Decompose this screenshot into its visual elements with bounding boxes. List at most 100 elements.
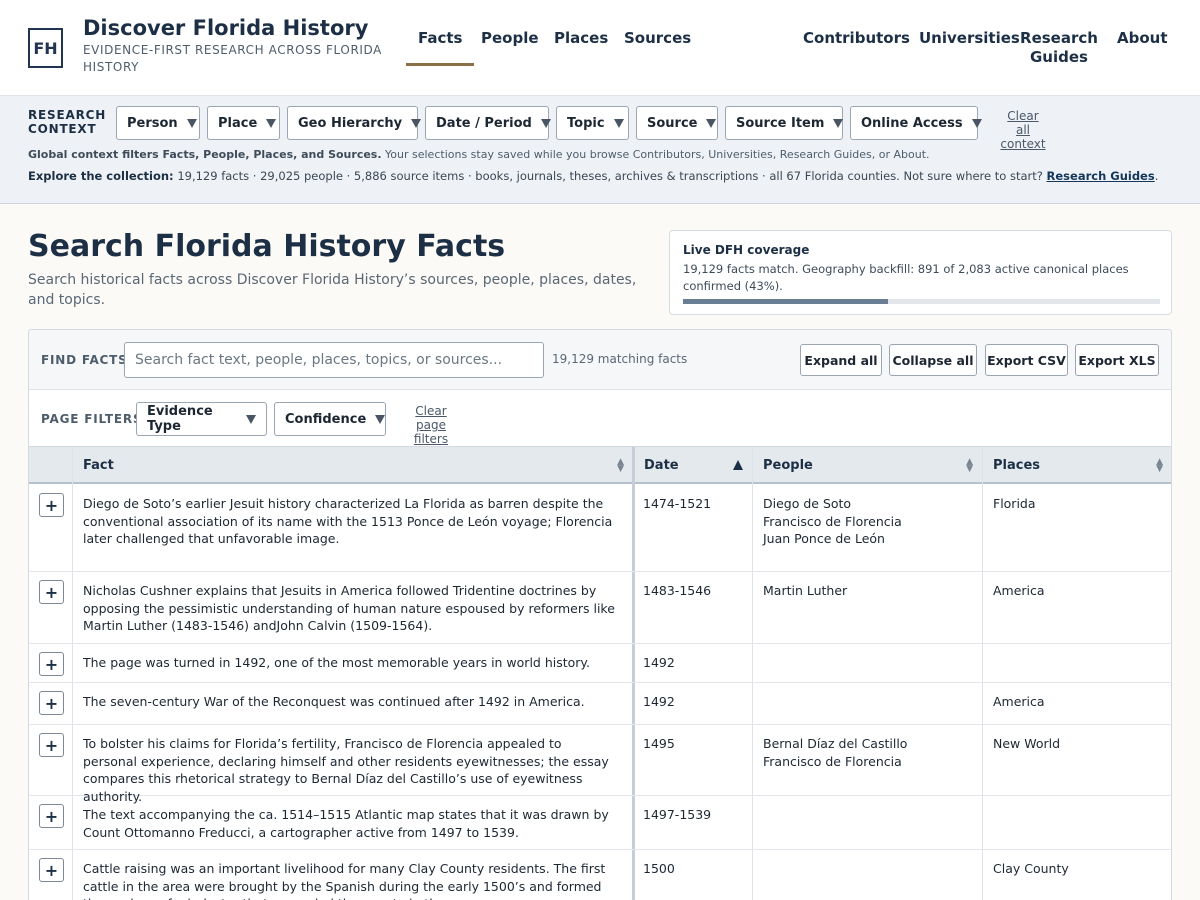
context-filter-source-item[interactable]: Source Item xyxy=(725,106,844,140)
page-title: Search Florida History Facts xyxy=(28,229,506,264)
context-filter-person[interactable]: Person xyxy=(116,106,200,140)
expand-row-button[interactable]: + xyxy=(39,804,64,828)
caret-down-icon xyxy=(833,118,844,128)
fact-cell: The page was turned in 1492, one of the … xyxy=(83,655,591,670)
sort-icon: ▲ ▼ xyxy=(966,457,973,474)
fact-cell: Nicholas Cushner explains that Jesuits i… xyxy=(83,583,615,633)
filter-label: Source xyxy=(647,115,698,131)
research-guides-link[interactable]: Research Guides xyxy=(1047,169,1155,183)
clear-page-filters-link[interactable]: Clear page filters xyxy=(399,404,463,446)
coverage-card: Live DFH coverage 19,129 facts match. Ge… xyxy=(669,230,1172,315)
page-subtitle: Search historical facts across Discover … xyxy=(28,272,637,308)
table-row: + To bolster his claims for Florida’s fer… xyxy=(29,725,1171,804)
context-filter-place[interactable]: Place xyxy=(207,106,280,140)
column-header-date[interactable]: Date xyxy=(634,447,753,484)
coverage-title: Live DFH coverage xyxy=(683,243,810,257)
matching-facts-count: 19,129 matching facts xyxy=(552,352,688,366)
expand-row-button[interactable]: + xyxy=(39,580,64,604)
caret-down-icon xyxy=(246,414,256,424)
export-xls-button[interactable]: Export XLS xyxy=(1075,344,1159,376)
table-row: + The page was turned in 1492, one of the… xyxy=(29,644,1171,683)
nav-people[interactable]: People xyxy=(481,29,539,47)
column-label: People xyxy=(763,458,813,473)
expand-row-button[interactable]: + xyxy=(39,733,64,757)
column-header-places[interactable]: Places ▲ ▼ xyxy=(983,447,1171,484)
date-cell: 1495 xyxy=(643,736,675,751)
context-note: Global context filters Facts, People, Pl… xyxy=(28,148,930,161)
column-header-people[interactable]: People ▲ ▼ xyxy=(753,447,983,484)
site-logo[interactable]: FH xyxy=(28,28,63,68)
site-title[interactable]: Discover Florida History xyxy=(83,16,368,40)
nav-research-guides[interactable]: Research Guides xyxy=(1019,29,1099,67)
context-note-text: Your selections stay saved while you bro… xyxy=(381,148,930,161)
context-filter-geo-hierarchy[interactable]: Geo Hierarchy xyxy=(287,106,422,140)
filter-label: Source Item xyxy=(736,115,825,131)
fact-cell: Cattle raising was an important liveliho… xyxy=(83,861,606,900)
evidence-type-filter[interactable]: Evidence Type xyxy=(136,402,267,436)
date-cell: 1497-1539 xyxy=(643,807,712,822)
date-cell: 1474-1521 xyxy=(643,496,712,511)
places-cell: Clay County xyxy=(993,861,1069,876)
context-filter-online-access[interactable]: Online Access xyxy=(850,106,982,140)
coverage-progress-fill xyxy=(683,299,889,304)
people-cell: Diego de Soto Francisco de Florencia Jua… xyxy=(763,496,902,546)
nav-facts[interactable]: Facts xyxy=(405,29,476,66)
collection-stats-text: 19,129 facts · 29,025 people · 5,886 sou… xyxy=(177,169,1043,183)
caret-down-icon xyxy=(375,414,386,424)
filter-label: Topic xyxy=(567,115,605,131)
date-cell: 1500 xyxy=(643,861,675,876)
filter-label: Place xyxy=(218,115,258,131)
table-row: + The text accompanying the ca. 1514–1515… xyxy=(29,796,1171,850)
date-cell: 1483-1546 xyxy=(643,583,712,598)
table-row: + Cattle raising was an important livelih… xyxy=(29,850,1171,900)
places-cell: New World xyxy=(993,736,1061,751)
research-context-label: RESEARCH CONTEXT xyxy=(28,108,107,136)
column-label: Places xyxy=(993,458,1041,473)
stats-end-punct: . xyxy=(1154,169,1159,183)
expand-row-button[interactable]: + xyxy=(39,493,64,517)
facts-panel: FIND FACTS 19,129 matching facts Expand … xyxy=(28,329,1172,900)
nav-about[interactable]: About xyxy=(1117,29,1168,47)
fact-cell: The text accompanying the ca. 1514–1515 … xyxy=(83,807,609,840)
context-filter-source[interactable]: Source xyxy=(636,106,718,140)
places-cell: Florida xyxy=(993,496,1036,511)
filter-label: Confidence xyxy=(285,411,367,427)
page-filters-label: PAGE FILTERS xyxy=(41,412,143,426)
filter-label: Evidence Type xyxy=(147,404,213,434)
nav-contributors[interactable]: Contributors xyxy=(803,29,910,47)
sort-ascending-icon xyxy=(733,460,743,470)
caret-down-icon xyxy=(971,118,982,128)
fact-cell: Diego de Soto’s earlier Jesuit history c… xyxy=(83,496,613,546)
expand-all-button[interactable]: Expand all xyxy=(800,344,882,376)
coverage-text: 19,129 facts match. Geography backfill: … xyxy=(683,262,1129,293)
fact-cell: To bolster his claims for Florida’s fert… xyxy=(83,736,609,804)
collection-stats-label: Explore the collection: xyxy=(28,169,174,183)
date-cell: 1492 xyxy=(643,655,675,670)
places-cell: America xyxy=(993,583,1045,598)
clear-all-context-link[interactable]: Clear all context xyxy=(1000,109,1046,151)
table-row: + Nicholas Cushner explains that Jesuits … xyxy=(29,572,1171,644)
expand-row-button[interactable]: + xyxy=(39,691,64,715)
fact-cell: The seven-century War of the Reconquest … xyxy=(83,694,585,709)
context-note-bold: Global context filters Facts, People, Pl… xyxy=(28,148,382,161)
context-filter-topic[interactable]: Topic xyxy=(556,106,629,140)
caret-down-icon xyxy=(706,118,717,128)
coverage-progress-bar xyxy=(683,299,1160,304)
search-input[interactable] xyxy=(124,342,544,378)
collapse-all-button[interactable]: Collapse all xyxy=(889,344,977,376)
context-filter-date-period[interactable]: Date / Period xyxy=(425,106,551,140)
table-header: Fact ▲ ▼ Date People ▲ ▼ Places ▲ ▼ xyxy=(29,447,1171,484)
table-row: + Diego de Soto’s earlier Jesuit history … xyxy=(29,485,1171,572)
research-context-bar: RESEARCH CONTEXT Person Place Geo Hierar… xyxy=(0,96,1200,204)
column-header-fact[interactable]: Fact ▲ ▼ xyxy=(73,447,634,484)
nav-universities[interactable]: Universities xyxy=(919,29,1020,47)
caret-down-icon xyxy=(266,118,277,128)
confidence-filter[interactable]: Confidence xyxy=(274,402,386,436)
expand-row-button[interactable]: + xyxy=(39,858,64,882)
nav-sources[interactable]: Sources xyxy=(624,29,691,47)
nav-places[interactable]: Places xyxy=(554,29,608,47)
find-facts-label: FIND FACTS xyxy=(41,353,128,367)
site-tagline: EVIDENCE-FIRST RESEARCH ACROSS FLORIDA H… xyxy=(83,43,382,74)
expand-row-button[interactable]: + xyxy=(39,652,64,676)
export-csv-button[interactable]: Export CSV xyxy=(985,344,1068,376)
